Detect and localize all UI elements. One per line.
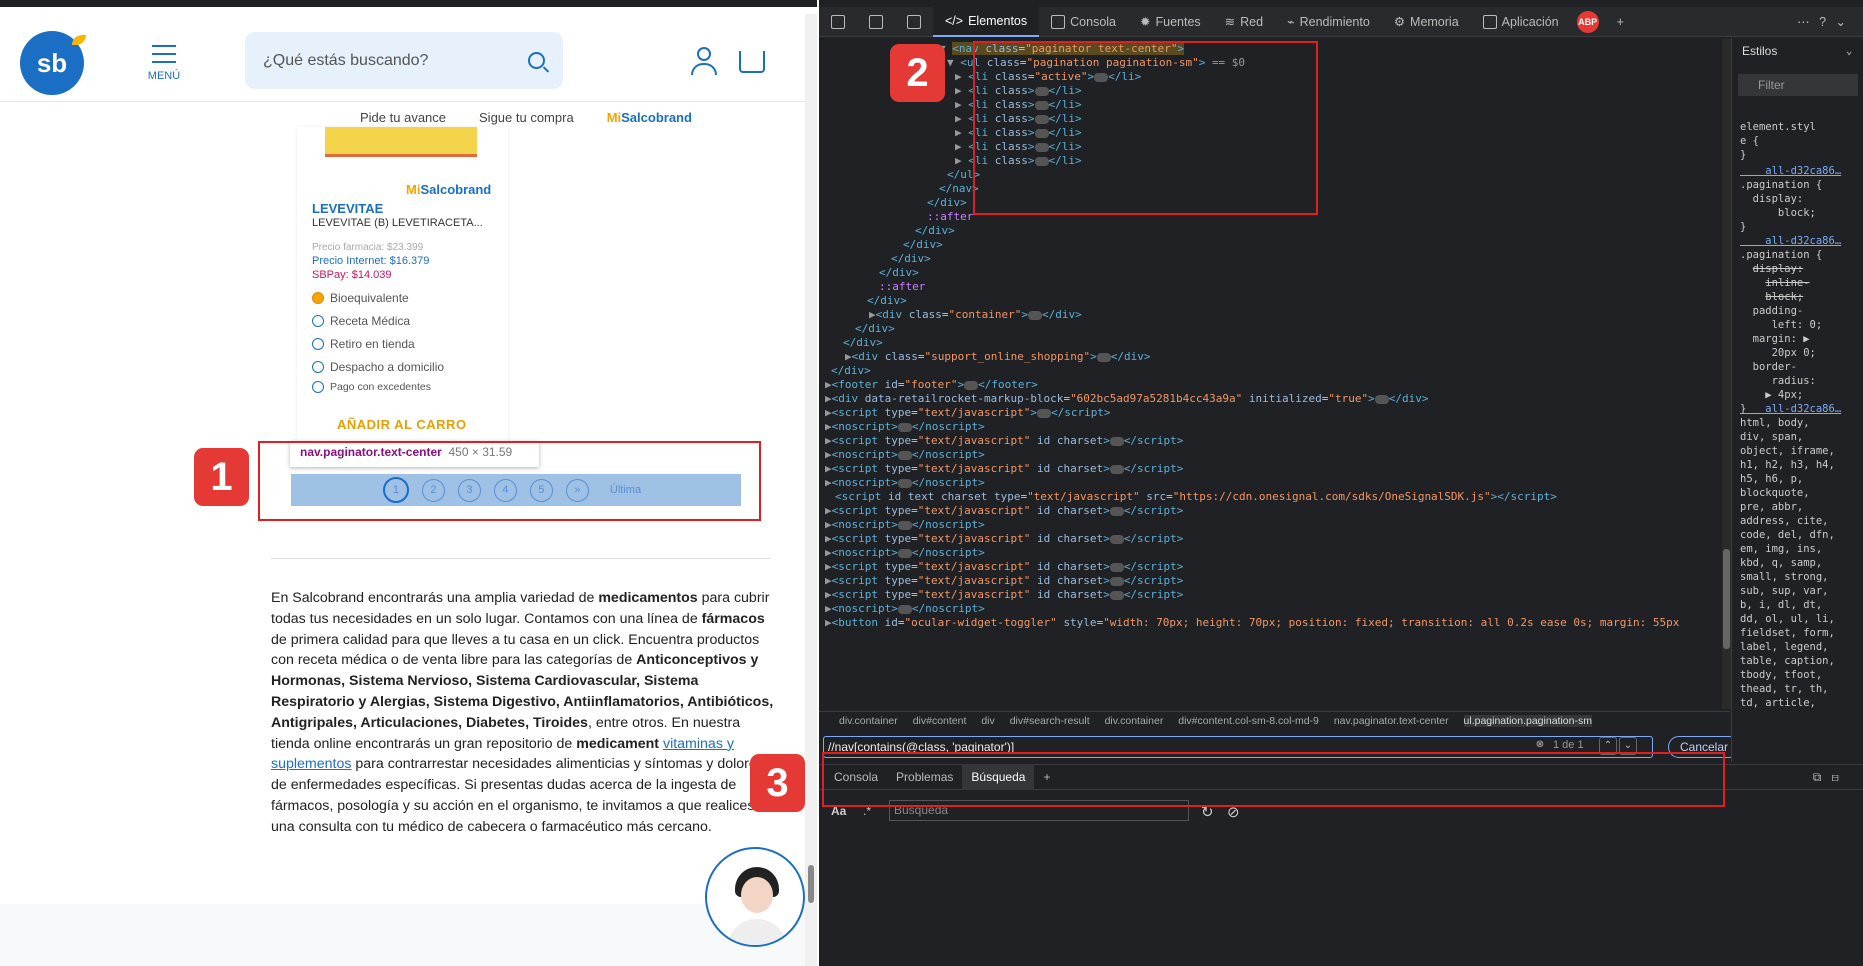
misalcobrand-badge: MiSalcobrand bbox=[406, 182, 492, 197]
tab-elements[interactable]: </> Elementos bbox=[933, 6, 1040, 37]
search-placeholder: ¿Qué estás buscando? bbox=[263, 51, 429, 69]
adblock-icon[interactable]: ABP bbox=[1576, 10, 1599, 33]
salcobrand-logo[interactable]: sb bbox=[20, 31, 86, 95]
product-card[interactable]: MiSalcobrand LEVEVITAE LEVEVITAE (B) LEV… bbox=[297, 127, 508, 442]
feature-prescription: Receta Médica bbox=[312, 314, 410, 328]
advance-link[interactable]: Pide tu avance bbox=[360, 110, 446, 125]
price-internet: Precio Internet: $16.379 bbox=[312, 255, 430, 267]
feature-bioequivalent: Bioequivalente bbox=[312, 291, 409, 305]
breadcrumb-item[interactable]: ul.pagination.pagination-sm bbox=[1463, 715, 1592, 727]
price-sbpay: SBPay: $14.039 bbox=[312, 269, 392, 281]
annotation-badge-2: 2 bbox=[890, 44, 945, 102]
style-rule-reset: all-d32ca86… html, body, div, span, obje… bbox=[1740, 403, 1842, 709]
bioequivalent-icon bbox=[312, 292, 324, 304]
page-scrollbar[interactable] bbox=[805, 14, 817, 966]
sub-navigation: Pide tu avance Sigue tu compra MiSalcobr… bbox=[360, 110, 692, 125]
product-image[interactable] bbox=[325, 127, 477, 157]
tab-console[interactable]: Consola bbox=[1039, 7, 1128, 37]
memory-icon: ⚙ bbox=[1393, 15, 1406, 29]
drawer-dock-icon[interactable]: ⧉⊟ bbox=[1813, 770, 1863, 785]
styles-pane: Estilos ⌄ Filter element.styl e { } all-… bbox=[1731, 38, 1863, 762]
annotation-badge-3: 3 bbox=[750, 754, 805, 812]
track-order-link[interactable]: Sigue tu compra bbox=[479, 110, 574, 125]
menu-button[interactable]: MENÚ bbox=[146, 39, 182, 82]
annotation-box-2 bbox=[973, 41, 1318, 215]
store-icon bbox=[312, 338, 324, 350]
user-icon[interactable] bbox=[691, 47, 717, 75]
dock-icon[interactable] bbox=[895, 7, 933, 37]
styles-filter-input[interactable]: Filter bbox=[1738, 74, 1858, 96]
inspect-icon[interactable] bbox=[819, 7, 857, 37]
product-name[interactable]: LEVEVITAE bbox=[312, 201, 383, 216]
footer-band bbox=[0, 904, 805, 966]
add-tab-icon[interactable]: + bbox=[1605, 7, 1636, 37]
seo-paragraph: En Salcobrand encontrarás una amplia var… bbox=[271, 590, 774, 835]
device-icon[interactable] bbox=[857, 7, 895, 37]
chevron-down-icon[interactable]: ⌄ bbox=[1846, 44, 1852, 58]
wifi-icon: ≋ bbox=[1224, 15, 1236, 29]
support-agent-avatar[interactable] bbox=[705, 847, 805, 947]
prescription-icon bbox=[312, 315, 324, 327]
feature-surplus-payment: Pago con excedentes bbox=[312, 381, 431, 393]
performance-icon: ⌁ bbox=[1287, 15, 1295, 29]
search-input[interactable]: ¿Qué estás buscando? bbox=[245, 32, 563, 89]
dom-tree-scrollbar[interactable] bbox=[1722, 39, 1731, 709]
product-description[interactable]: LEVEVITAE (B) LEVETIRACETA... bbox=[312, 217, 492, 229]
tab-application[interactable]: Aplicación bbox=[1471, 7, 1571, 37]
style-rule-pagination-1: all-d32ca86… .pagination { display: bloc… bbox=[1740, 165, 1842, 233]
console-icon bbox=[1051, 14, 1066, 29]
hamburger-icon bbox=[152, 45, 176, 47]
annotation-box-1 bbox=[258, 441, 761, 521]
breadcrumb-item[interactable]: div.container bbox=[839, 715, 898, 727]
breadcrumb-item[interactable]: div bbox=[981, 715, 994, 727]
breadcrumb-item[interactable]: div.container bbox=[1105, 715, 1164, 727]
cart-icon[interactable] bbox=[739, 51, 765, 73]
breadcrumb-item[interactable]: div#search-result bbox=[1010, 715, 1090, 727]
annotation-box-3 bbox=[822, 752, 1725, 807]
style-rule-element: element.styl e { } bbox=[1740, 121, 1816, 161]
money-icon bbox=[312, 381, 324, 393]
application-icon bbox=[1482, 14, 1497, 29]
style-rule-pagination-2: all-d32ca86… .pagination { display: inli… bbox=[1740, 235, 1842, 415]
tab-performance[interactable]: ⌁ Rendimiento bbox=[1275, 7, 1382, 37]
more-options-icon[interactable]: ⋯ ? ⌄ bbox=[1797, 14, 1863, 29]
misalcobrand-link[interactable]: MiSalcobrand bbox=[607, 110, 692, 125]
feature-home-delivery: Despacho a domicilio bbox=[312, 360, 444, 374]
breadcrumb-item[interactable]: nav.paginator.text-center bbox=[1334, 715, 1449, 727]
breadcrumb-item[interactable]: div#content bbox=[913, 715, 967, 727]
price-farmacia: Precio farmacia: $23.399 bbox=[312, 242, 424, 253]
styles-tab[interactable]: Estilos bbox=[1742, 44, 1777, 58]
sources-icon: ✹ bbox=[1140, 15, 1151, 29]
breadcrumb-item[interactable]: div#content.col-sm-8.col-md-9 bbox=[1178, 715, 1319, 727]
divider bbox=[271, 558, 771, 559]
site-header: sb MENÚ ¿Qué estás buscando? bbox=[0, 14, 805, 102]
devtools-tabbar: </> Elementos Consola ✹ Fuentes ≋ Red ⌁ Ren… bbox=[819, 6, 1863, 37]
breadcrumb: div.container div#content div div#search… bbox=[819, 711, 1730, 729]
feature-store-pickup: Retiro en tienda bbox=[312, 337, 415, 351]
truck-icon bbox=[312, 361, 324, 373]
find-count: 1 de 1 bbox=[1553, 739, 1584, 751]
annotation-badge-1: 1 bbox=[194, 448, 249, 506]
tab-sources[interactable]: ✹ Fuentes bbox=[1128, 7, 1213, 37]
search-icon[interactable] bbox=[528, 52, 545, 69]
tab-memory[interactable]: ⚙ Memoria bbox=[1382, 7, 1471, 37]
add-to-cart-button[interactable]: AÑADIR AL CARRO bbox=[337, 417, 467, 432]
menu-label: MENÚ bbox=[147, 70, 181, 82]
tab-network[interactable]: ≋ Red bbox=[1213, 7, 1275, 37]
